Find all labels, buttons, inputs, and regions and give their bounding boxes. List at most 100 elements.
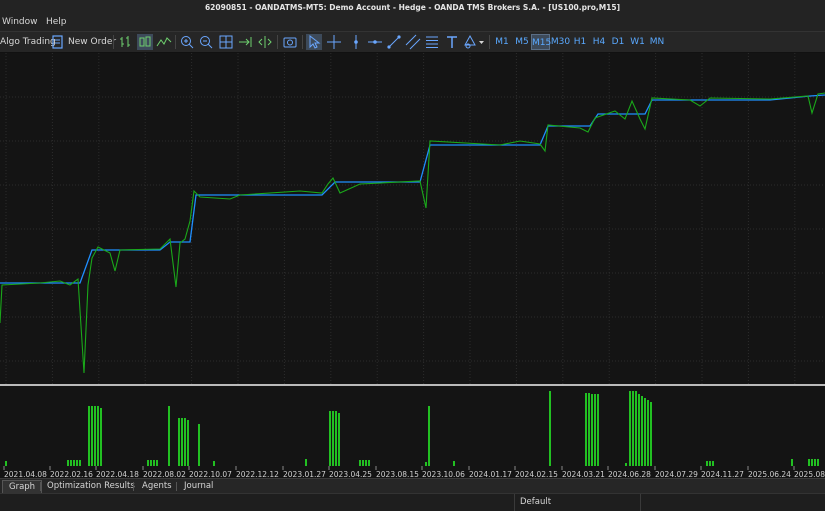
tab-optimization-results[interactable]: Optimization Results — [41, 480, 141, 493]
volume-bar — [94, 406, 96, 466]
volume-bar — [709, 461, 711, 466]
series-line-equity — [0, 92, 825, 374]
volume-bar — [213, 461, 215, 466]
timeframe-m15[interactable]: M15 — [531, 34, 551, 50]
algo-trading-button[interactable]: Algo Trading — [0, 34, 56, 50]
x-axis-label: 2022.02.16 — [50, 470, 93, 478]
volume-bar — [585, 393, 587, 466]
timeframe-w1[interactable]: W1 — [628, 34, 647, 50]
new-order-button[interactable]: New Order — [68, 34, 116, 50]
channel-icon[interactable] — [405, 34, 421, 50]
volume-bar — [632, 391, 634, 466]
bar-chart-icon[interactable] — [118, 34, 134, 50]
menu-help[interactable]: Help — [46, 17, 67, 27]
timeframe-m5[interactable]: M5 — [512, 34, 532, 50]
volume-bar — [335, 411, 337, 466]
x-axis-label: 2021.04.08 — [4, 470, 47, 478]
status-profile: Default — [520, 497, 552, 507]
volume-bar — [73, 460, 75, 466]
volume-bar — [594, 394, 596, 466]
horizontal-line-icon[interactable] — [367, 34, 383, 50]
timeframe-h1[interactable]: H1 — [571, 34, 589, 50]
trend-line-icon[interactable] — [386, 34, 402, 50]
volume-bar — [178, 418, 180, 466]
tab-agents[interactable]: Agents — [136, 480, 178, 493]
volume-bar — [184, 418, 186, 466]
volume-bar — [79, 460, 81, 466]
volume-bar — [97, 406, 99, 466]
subwindow-divider[interactable] — [0, 384, 825, 386]
volume-bar — [88, 406, 90, 466]
menu-bar: Window Help — [0, 16, 825, 31]
x-axis-label: 2024.06.28 — [608, 470, 651, 478]
chart-shift-icon[interactable] — [257, 34, 273, 50]
volume-bar — [168, 406, 170, 466]
text-icon[interactable] — [444, 34, 460, 50]
timeframe-h4[interactable]: H4 — [590, 34, 608, 50]
volume-bar — [368, 460, 370, 466]
volume-bar — [453, 461, 455, 466]
shapes-dropdown-icon[interactable] — [463, 34, 485, 50]
volume-bar — [362, 460, 364, 466]
chart-series — [0, 92, 825, 374]
cursor-icon[interactable] — [306, 34, 322, 50]
screenshot-icon[interactable] — [282, 34, 298, 50]
volume-bar — [706, 461, 708, 466]
crosshair-icon[interactable] — [326, 34, 342, 50]
x-axis-label: 2023.10.06 — [422, 470, 465, 478]
timeframe-m30[interactable]: M30 — [550, 34, 571, 50]
x-axis-label: 2022.04.18 — [96, 470, 139, 478]
chart-area[interactable]: 2021.04.08 2022.02.16 2022.04.18 2022.08.02… — [0, 53, 825, 479]
new-order-icon[interactable] — [50, 34, 66, 50]
auto-scroll-icon[interactable] — [237, 34, 253, 50]
timeframe-d1[interactable]: D1 — [609, 34, 627, 50]
volume-bar — [644, 398, 646, 466]
x-axis-label: 2024.07.29 — [655, 470, 698, 478]
zoom-out-icon[interactable] — [198, 34, 214, 50]
volume-bar — [67, 460, 69, 466]
menu-window[interactable]: Window — [2, 17, 38, 27]
volume-bar — [641, 396, 643, 466]
toolbar: Algo Trading New Order M1 M5 M15 M30 H1 … — [0, 31, 825, 53]
volume-bar — [811, 459, 813, 466]
x-axis-label: 2022.10.07 — [189, 470, 232, 478]
volume-bar — [549, 391, 551, 466]
volume-bar — [814, 459, 816, 466]
volume-bar — [147, 460, 149, 466]
volume-bar — [198, 424, 200, 466]
volume-bar — [635, 391, 637, 466]
status-bar: Default — [0, 493, 825, 511]
vertical-line-icon[interactable] — [348, 34, 364, 50]
grid-icon[interactable] — [218, 34, 234, 50]
volume-bar — [791, 459, 793, 466]
volume-bar — [425, 462, 427, 466]
x-axis-label: 2022.08.02 — [143, 470, 186, 478]
equity-chart[interactable]: 2021.04.08 2022.02.16 2022.04.18 2022.08.02… — [0, 53, 825, 479]
timeframe-m1[interactable]: M1 — [492, 34, 512, 50]
volume-bar — [647, 400, 649, 466]
volume-bar — [150, 460, 152, 466]
volume-bar — [332, 411, 334, 466]
fibonacci-icon[interactable] — [424, 34, 440, 50]
timeframe-mn[interactable]: MN — [647, 34, 667, 50]
x-axis-label: 2024.03.21 — [562, 470, 605, 478]
series-line-balance — [0, 94, 825, 284]
volume-bars — [5, 391, 819, 466]
x-axis-label: 2023.01.27 — [283, 470, 326, 478]
x-axis-label: 2025.06.24 — [748, 470, 791, 478]
x-axis-label: 2023.08.15 — [376, 470, 419, 478]
volume-bar — [187, 420, 189, 466]
window-title: 62090851 - OANDATMS-MT5: Demo Account - … — [0, 0, 825, 16]
zoom-in-icon[interactable] — [179, 34, 195, 50]
volume-bar — [625, 463, 627, 466]
volume-bar — [76, 460, 78, 466]
tab-graph[interactable]: Graph — [2, 480, 43, 494]
volume-bar — [181, 418, 183, 466]
volume-bar — [638, 394, 640, 466]
volume-bar — [91, 406, 93, 466]
volume-bar — [712, 461, 714, 466]
tab-journal[interactable]: Journal — [178, 480, 219, 493]
candlestick-icon[interactable] — [137, 34, 153, 50]
volume-bar — [70, 460, 72, 466]
line-chart-icon[interactable] — [156, 34, 172, 50]
